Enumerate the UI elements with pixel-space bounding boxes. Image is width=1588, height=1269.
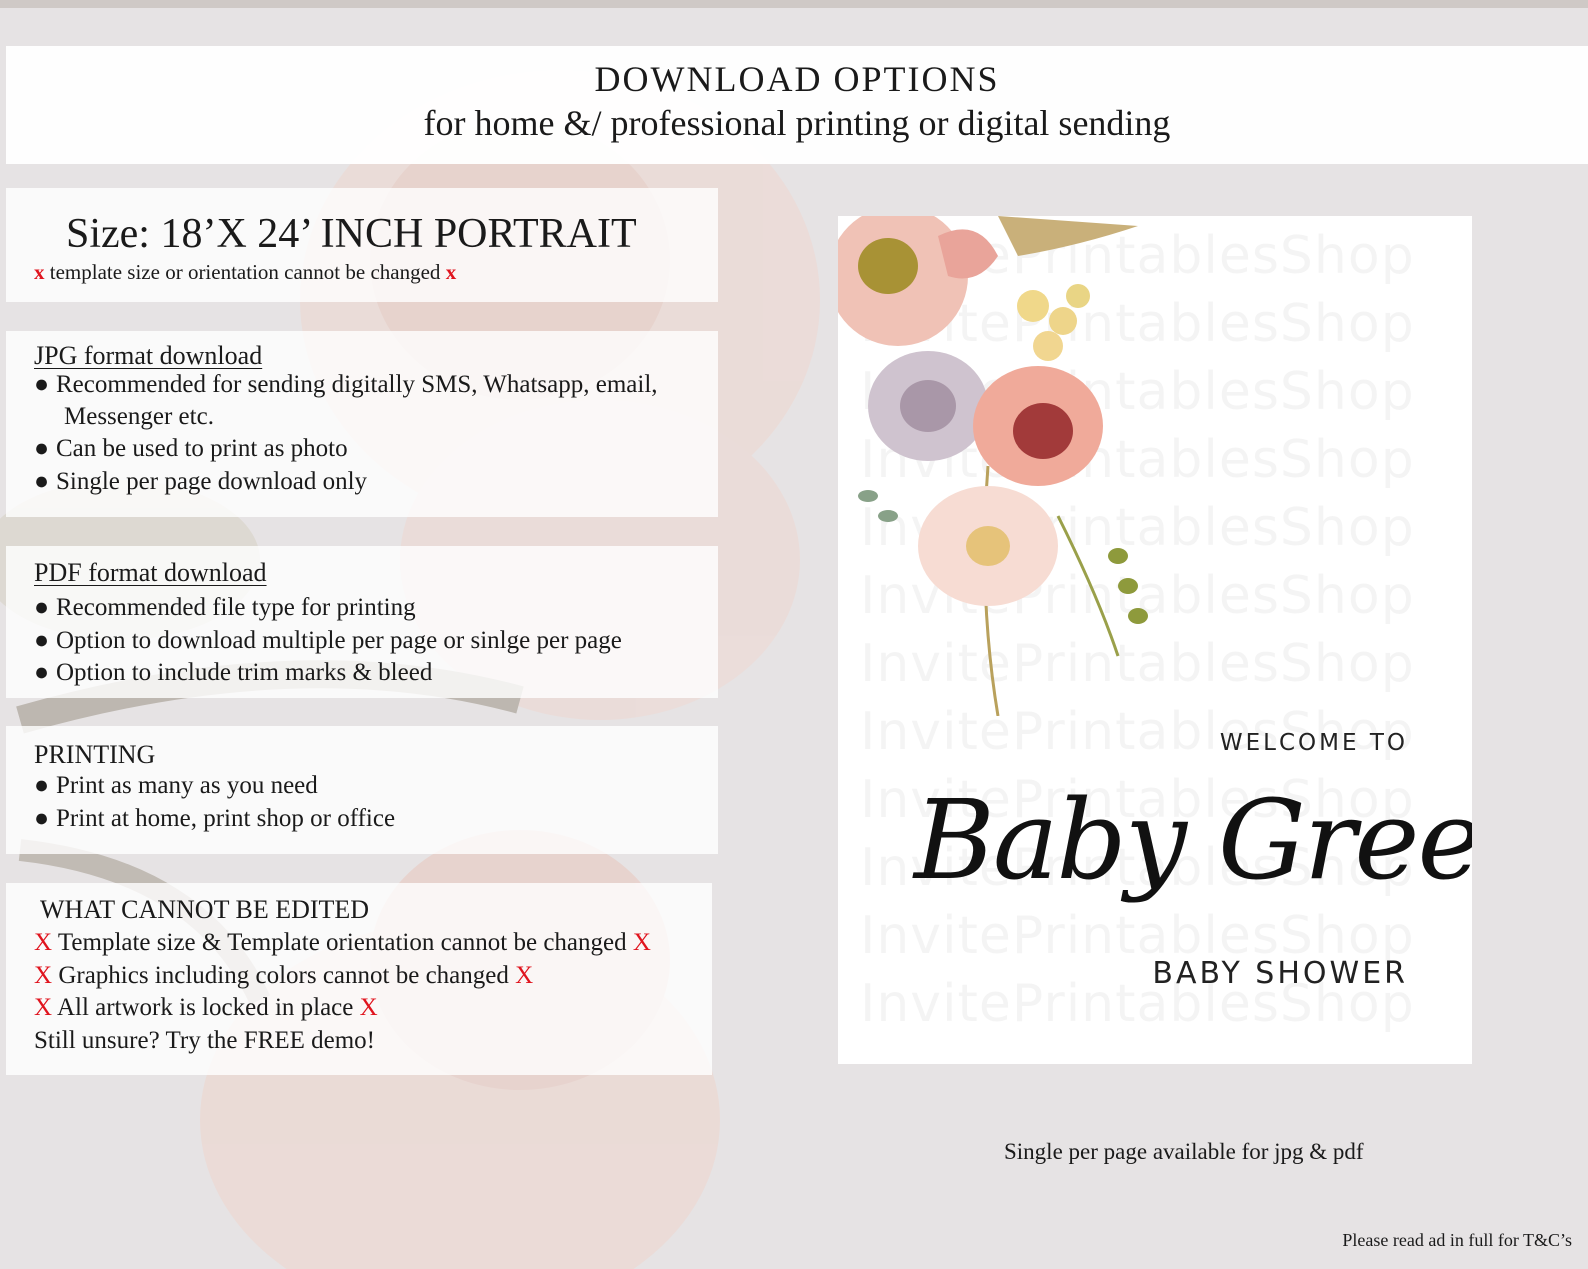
bullet-icon: ● bbox=[34, 627, 50, 654]
bullet-icon: ● bbox=[34, 659, 50, 686]
header-subtitle: for home &/ professional printing or dig… bbox=[423, 103, 1171, 143]
list-item-text: Option to download multiple per page or … bbox=[56, 627, 622, 654]
list-item-text: Recommended file type for printing bbox=[56, 594, 416, 621]
bullet-icon: ● bbox=[34, 772, 50, 799]
list-item-text: All artwork is locked in place bbox=[56, 994, 354, 1021]
jpg-section-title: JPG format download bbox=[34, 341, 263, 370]
list-item-continuation: Messenger etc. bbox=[64, 403, 214, 430]
welcome-text: WELCOME TO bbox=[1219, 730, 1408, 756]
list-item-text: Single per page download only bbox=[56, 468, 368, 495]
list-item: ● Single per page download only bbox=[34, 468, 367, 496]
preview-caption: Single per page available for jpg & pdf bbox=[1004, 1139, 1364, 1164]
printing-section-title: PRINTING bbox=[34, 740, 156, 769]
baby-name: Baby Green’s bbox=[914, 776, 1472, 904]
red-x-icon: X bbox=[34, 929, 53, 956]
list-item-text: Recommended for sending digitally SMS, W… bbox=[56, 371, 658, 398]
size-note-text: template size or orientation cannot be c… bbox=[49, 260, 441, 284]
list-item: ● Recommended for sending digitally SMS, … bbox=[34, 371, 658, 399]
list-item: ● Option to include trim marks & bleed bbox=[34, 659, 432, 687]
bullet-icon: ● bbox=[34, 594, 50, 621]
red-x-icon: X bbox=[515, 962, 534, 989]
size-title: Size: 18’X 24’ INCH PORTRAIT bbox=[66, 211, 637, 257]
jpg-panel: JPG format download ● Recommended for sen… bbox=[6, 331, 718, 517]
list-item: ● Print as many as you need bbox=[34, 772, 318, 800]
list-item: ● Can be used to print as photo bbox=[34, 435, 348, 463]
list-item-text: Print as many as you need bbox=[56, 772, 318, 799]
bullet-icon: ● bbox=[34, 435, 50, 462]
list-item-text: Graphics including colors cannot be chan… bbox=[58, 962, 509, 989]
demo-note: Still unsure? Try the FREE demo! bbox=[34, 1027, 375, 1054]
bullet-icon: ● bbox=[34, 371, 50, 398]
sign-preview-card: InvitePrintablesShop InvitePrintablesSho… bbox=[838, 216, 1472, 1064]
bullet-icon: ● bbox=[34, 805, 50, 832]
pdf-section-title: PDF format download bbox=[34, 558, 267, 587]
list-item-text: Can be used to print as photo bbox=[56, 435, 348, 462]
list-item: ● Print at home, print shop or office bbox=[34, 805, 395, 833]
list-item: X Graphics including colors cannot be ch… bbox=[34, 962, 533, 990]
cannot-edit-section-title: WHAT CANNOT BE EDITED bbox=[40, 895, 370, 924]
header-title: DOWNLOAD OPTIONS bbox=[594, 59, 1000, 99]
printing-panel: PRINTING ● Print as many as you need ● Pri… bbox=[6, 726, 718, 854]
red-x-icon: x bbox=[34, 260, 45, 284]
list-item-text: Option to include trim marks & bleed bbox=[56, 659, 433, 686]
size-panel: Size: 18’X 24’ INCH PORTRAIT x template … bbox=[6, 188, 718, 302]
cannot-edit-panel: WHAT CANNOT BE EDITED X Template size & … bbox=[6, 883, 712, 1075]
red-x-icon: X bbox=[34, 994, 53, 1021]
size-note: x template size or orientation cannot be… bbox=[34, 260, 456, 285]
red-x-icon: X bbox=[359, 994, 378, 1021]
bullet-icon: ● bbox=[34, 468, 50, 495]
list-item: X All artwork is locked in place X bbox=[34, 994, 378, 1022]
red-x-icon: X bbox=[632, 929, 651, 956]
list-item-text: Template size & Template orientation can… bbox=[57, 929, 627, 956]
list-item: ● Option to download multiple per page or… bbox=[34, 627, 622, 655]
list-item-text: Print at home, print shop or office bbox=[56, 805, 396, 832]
list-item: X Template size & Template orientation c… bbox=[34, 929, 651, 957]
header-band: DOWNLOAD OPTIONS for home &/ professiona… bbox=[6, 46, 1588, 164]
floral-illustration bbox=[838, 216, 1148, 716]
red-x-icon: X bbox=[34, 962, 53, 989]
footer-note: Please read ad in full for T&C’s bbox=[1342, 1230, 1572, 1250]
red-x-icon: x bbox=[445, 260, 457, 284]
event-text: BABY SHOWER bbox=[1152, 956, 1408, 991]
list-item: ● Recommended file type for printing bbox=[34, 594, 416, 622]
pdf-panel: PDF format download ● Recommended file ty… bbox=[6, 546, 718, 698]
